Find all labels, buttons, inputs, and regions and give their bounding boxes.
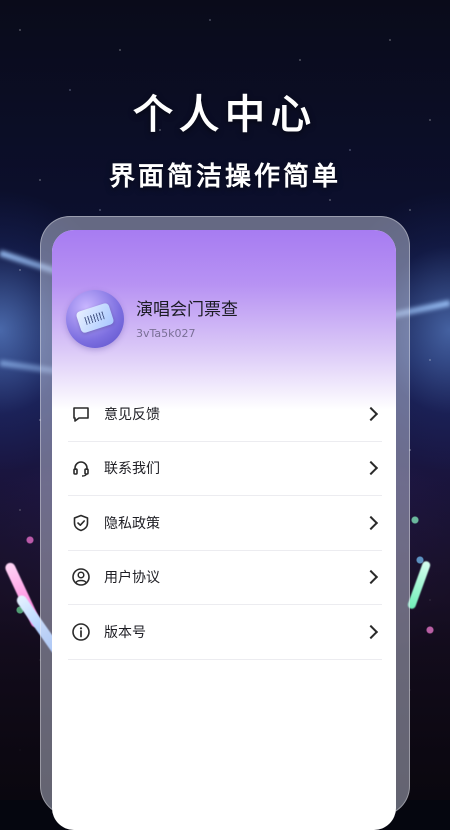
profile-screen: 演唱会门票查 3vTa5k027 意见反馈 联系我们 隐私政策 用户协议 版本号	[52, 230, 396, 830]
chevron-right-icon	[363, 570, 379, 585]
menu-item-user-agreement[interactable]: 用户协议	[68, 551, 382, 605]
profile-card[interactable]: 演唱会门票查 3vTa5k027	[66, 290, 238, 348]
profile-text: 演唱会门票查 3vTa5k027	[136, 299, 238, 340]
ticket-icon	[75, 302, 115, 334]
info-icon	[70, 621, 92, 643]
menu-item-privacy[interactable]: 隐私政策	[68, 496, 382, 551]
menu-item-label: 意见反馈	[104, 406, 160, 423]
app-name: 演唱会门票查	[136, 299, 238, 320]
chevron-right-icon	[363, 461, 379, 476]
user-id: 3vTa5k027	[136, 326, 196, 340]
headset-icon	[70, 457, 92, 479]
message-icon	[70, 403, 92, 425]
settings-menu: 意见反馈 联系我们 隐私政策 用户协议 版本号	[68, 387, 382, 660]
menu-item-contact[interactable]: 联系我们	[68, 442, 382, 496]
menu-item-label: 隐私政策	[104, 515, 160, 532]
avatar	[66, 290, 124, 348]
menu-item-label: 用户协议	[104, 570, 160, 587]
menu-item-label: 版本号	[104, 624, 146, 641]
chevron-right-icon	[363, 624, 379, 639]
chevron-right-icon	[363, 406, 379, 421]
shield-check-icon	[70, 512, 92, 534]
menu-item-label: 联系我们	[104, 461, 160, 478]
chevron-right-icon	[363, 515, 379, 530]
hero-subtitle: 界面简洁操作简单	[108, 162, 341, 192]
hero-title: 个人中心	[133, 92, 317, 138]
menu-item-feedback[interactable]: 意见反馈	[68, 387, 382, 442]
user-circle-icon	[70, 566, 92, 588]
menu-item-version[interactable]: 版本号	[68, 605, 382, 660]
